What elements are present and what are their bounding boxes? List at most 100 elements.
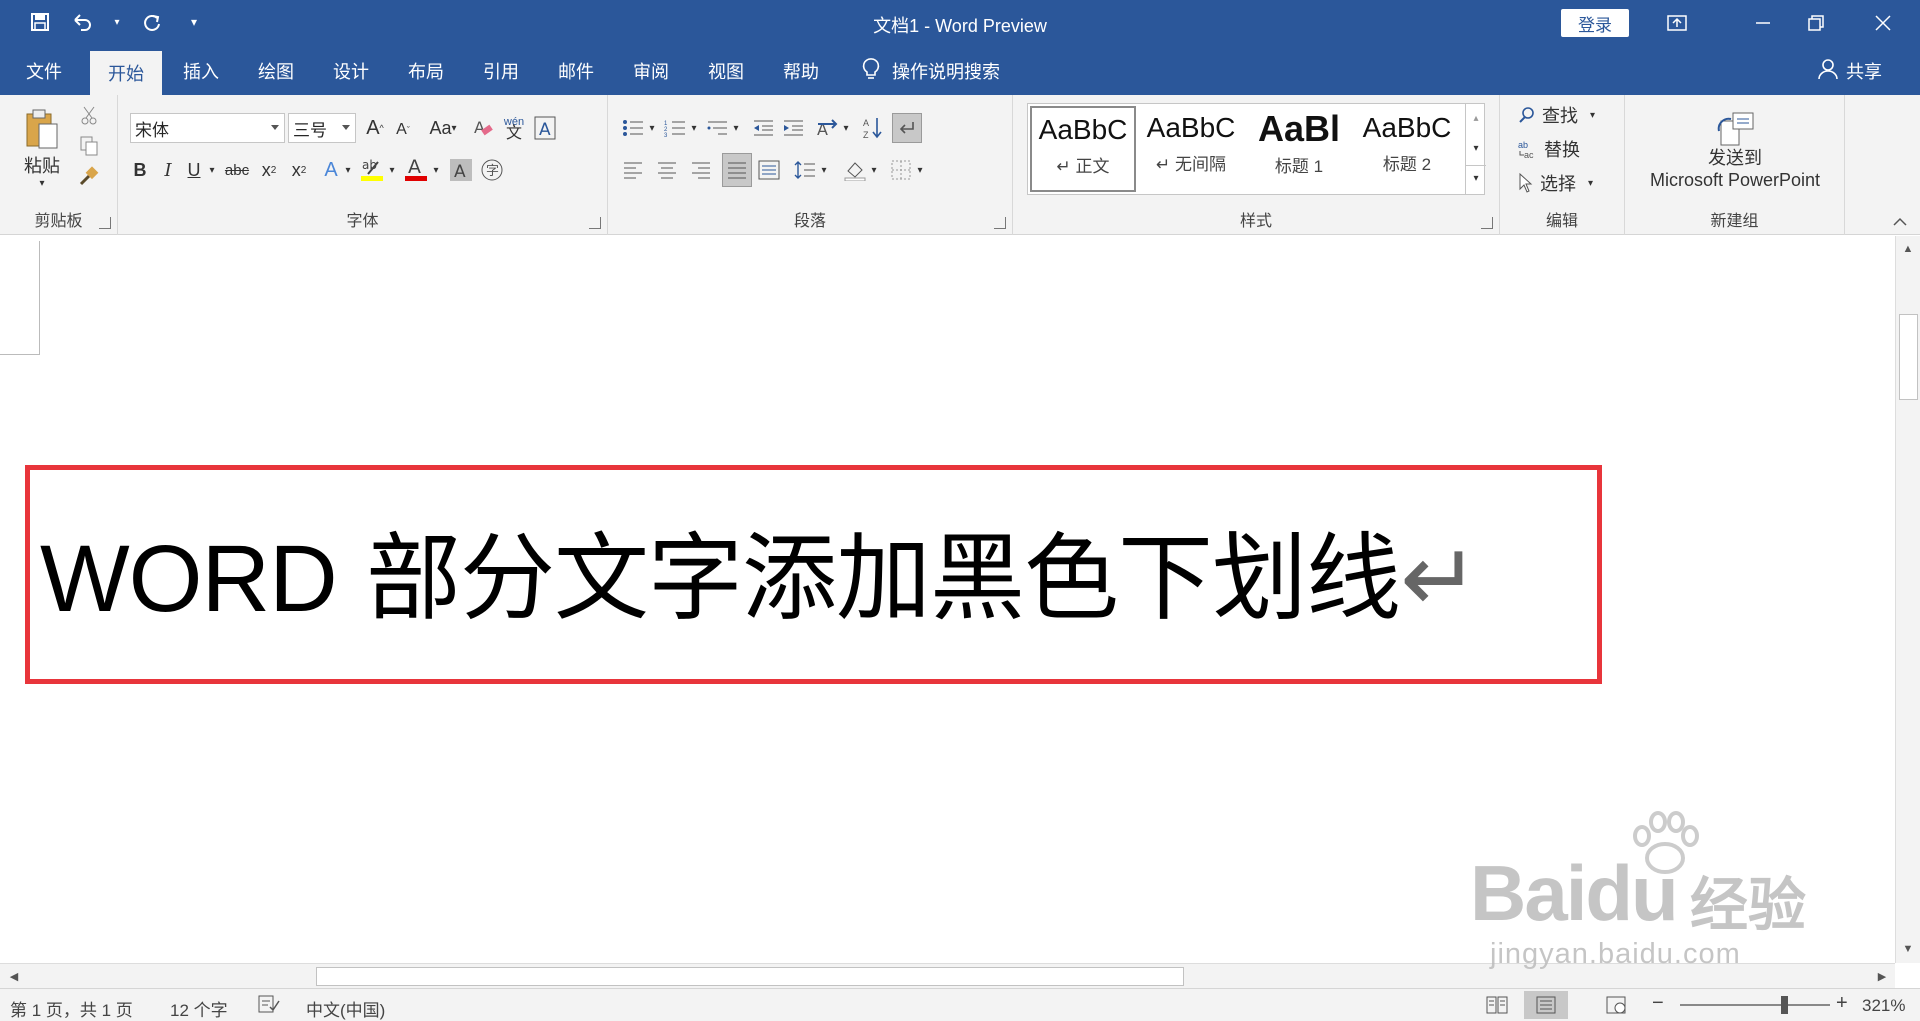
find-button[interactable]: 查找 ▾ [1518, 101, 1618, 129]
ribbon-display-options-icon[interactable] [1654, 8, 1700, 38]
scroll-left-icon[interactable]: ◀ [4, 966, 24, 986]
chinese-layout-dropdown-icon[interactable]: ▾ [840, 113, 852, 143]
vertical-scrollbar[interactable]: ▲ ▼ [1895, 236, 1920, 963]
bullets-dropdown-icon[interactable]: ▾ [646, 113, 658, 143]
word-count[interactable]: 12 个字 [170, 996, 228, 1021]
restore-icon[interactable] [1793, 8, 1839, 38]
zoom-slider-track[interactable] [1680, 1004, 1830, 1006]
borders-icon[interactable] [888, 155, 914, 185]
multilevel-dropdown-icon[interactable]: ▾ [730, 113, 742, 143]
tab-help[interactable]: 帮助 [765, 47, 837, 95]
zoom-slider-thumb[interactable] [1781, 996, 1788, 1014]
line-spacing-icon[interactable] [792, 155, 818, 185]
style-normal[interactable]: AaBbC ↵ 正文 [1030, 106, 1136, 192]
chinese-layout-icon[interactable]: A [814, 113, 840, 143]
zoom-in-icon[interactable]: + [1836, 992, 1848, 1015]
login-button[interactable]: 登录 [1561, 9, 1629, 37]
text-effects-icon[interactable]: A [318, 155, 344, 185]
font-name-combo[interactable]: 宋体 [130, 113, 285, 143]
numbering-icon[interactable]: 123 [662, 113, 688, 143]
strikethrough-icon[interactable]: abc [222, 155, 252, 185]
tab-insert[interactable]: 插入 [165, 47, 237, 95]
align-left-icon[interactable] [620, 155, 646, 185]
font-launcher-icon[interactable] [589, 217, 601, 229]
shrink-font-icon[interactable]: Aˇ [390, 115, 416, 145]
font-name-dropdown-icon[interactable] [271, 125, 279, 130]
numbering-dropdown-icon[interactable]: ▾ [688, 113, 700, 143]
page-count[interactable]: 第 1 页，共 1 页 [10, 996, 133, 1021]
bullets-icon[interactable] [620, 113, 646, 143]
tab-references[interactable]: 引用 [465, 47, 537, 95]
underline-icon[interactable]: U [182, 155, 206, 185]
align-center-icon[interactable] [654, 155, 680, 185]
borders-dropdown-icon[interactable]: ▾ [914, 155, 926, 185]
show-hide-marks-icon[interactable] [892, 113, 922, 143]
font-color-icon[interactable]: A [402, 153, 430, 185]
tab-view[interactable]: 视图 [690, 47, 762, 95]
tab-mailings[interactable]: 邮件 [540, 47, 612, 95]
send-to-powerpoint-button[interactable]: 发送到 Microsoft PowerPoint [1635, 103, 1835, 199]
sort-icon[interactable]: AZ [860, 113, 886, 143]
shading-icon[interactable] [842, 155, 868, 185]
horizontal-scrollbar[interactable]: ◀ ▶ [0, 963, 1895, 988]
highlight-dropdown-icon[interactable]: ▾ [386, 155, 398, 185]
enclose-characters-icon[interactable]: 字 [478, 155, 506, 185]
character-shading-icon[interactable]: A [448, 155, 474, 185]
scroll-right-icon[interactable]: ▶ [1872, 966, 1892, 986]
proofing-icon[interactable] [258, 995, 280, 1018]
text-effects-dropdown-icon[interactable]: ▾ [342, 155, 354, 185]
read-mode-icon[interactable] [1486, 996, 1508, 1019]
replace-button[interactable]: ab ac 替换 [1518, 135, 1618, 163]
phonetic-guide-icon[interactable]: wén 文 [500, 111, 528, 145]
justify-icon[interactable] [722, 153, 752, 187]
document-paragraph[interactable]: WORD 部分文字添加黑色下划线↵ [40, 524, 1480, 634]
italic-icon[interactable]: I [156, 155, 180, 185]
horizontal-scroll-thumb[interactable] [316, 967, 1184, 986]
grow-font-icon[interactable]: A ^ [362, 113, 388, 143]
style-heading-2[interactable]: AaBbC 标题 2 [1354, 106, 1460, 192]
web-layout-icon[interactable] [1606, 996, 1628, 1019]
align-right-icon[interactable] [688, 155, 714, 185]
tell-me-search[interactable]: 操作说明搜索 [862, 47, 1000, 95]
select-button[interactable]: 选择 ▾ [1518, 169, 1618, 197]
distributed-icon[interactable] [756, 155, 782, 185]
change-case-button[interactable]: Aa ▾ [422, 113, 464, 143]
scroll-up-icon[interactable]: ▲ [1898, 238, 1918, 260]
cut-icon[interactable] [76, 103, 102, 129]
tab-draw[interactable]: 绘图 [240, 47, 312, 95]
bold-icon[interactable]: B [128, 155, 152, 185]
character-border-icon[interactable]: A [532, 113, 558, 143]
tab-home[interactable]: 开始 [90, 51, 162, 95]
paste-button[interactable]: 粘贴 ▾ [16, 103, 68, 193]
gallery-up-icon[interactable]: ▴ [1466, 105, 1486, 131]
print-layout-icon[interactable] [1524, 991, 1568, 1019]
zoom-level[interactable]: 321% [1862, 996, 1905, 1016]
styles-launcher-icon[interactable] [1481, 217, 1493, 229]
copy-icon[interactable] [76, 133, 102, 159]
tab-design[interactable]: 设计 [315, 47, 387, 95]
minimize-icon[interactable] [1740, 8, 1786, 38]
tab-layout[interactable]: 布局 [390, 47, 462, 95]
clipboard-launcher-icon[interactable] [99, 217, 111, 229]
zoom-out-icon[interactable]: − [1652, 992, 1664, 1015]
decrease-indent-icon[interactable] [750, 113, 776, 143]
tab-file[interactable]: 文件 [8, 47, 80, 95]
font-size-dropdown-icon[interactable] [342, 125, 350, 130]
collapse-ribbon-icon[interactable] [1890, 213, 1910, 231]
increase-indent-icon[interactable] [780, 113, 806, 143]
paste-dropdown-icon[interactable]: ▾ [39, 178, 44, 189]
language-indicator[interactable]: 中文(中国) [306, 996, 385, 1021]
style-heading-1[interactable]: AaBl 标题 1 [1246, 106, 1352, 192]
close-icon[interactable] [1860, 8, 1906, 38]
scroll-down-icon[interactable]: ▼ [1898, 938, 1918, 960]
clear-formatting-icon[interactable]: A [470, 113, 496, 143]
document-canvas[interactable]: WORD 部分文字添加黑色下划线↵ [0, 236, 1895, 963]
vertical-scroll-thumb[interactable] [1899, 314, 1918, 400]
tab-review[interactable]: 审阅 [615, 47, 687, 95]
subscript-icon[interactable]: x2 [256, 155, 282, 185]
font-color-dropdown-icon[interactable]: ▾ [430, 155, 442, 185]
paragraph-launcher-icon[interactable] [994, 217, 1006, 229]
font-size-combo[interactable]: 三号 [288, 113, 356, 143]
superscript-icon[interactable]: x2 [286, 155, 312, 185]
multilevel-list-icon[interactable] [704, 113, 730, 143]
